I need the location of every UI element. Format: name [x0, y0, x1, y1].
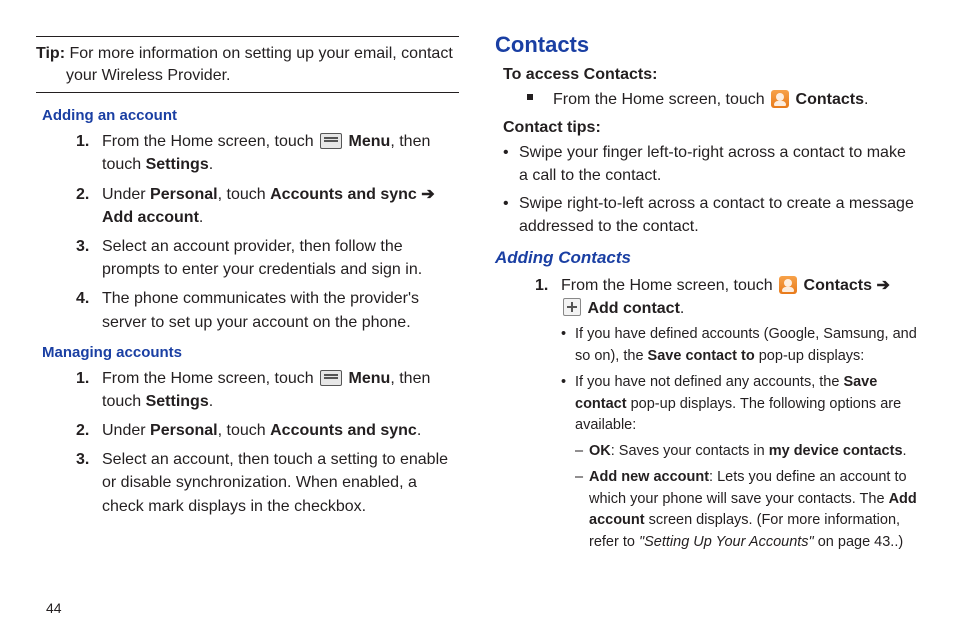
to-access-heading: To access Contacts: [503, 66, 918, 84]
reference-link: "Setting Up Your Accounts" [639, 534, 814, 550]
heading-adding-contacts: Adding Contacts [495, 248, 918, 268]
text: Under [102, 186, 150, 203]
add-new-account-label: Add new account [589, 469, 709, 485]
text: . [903, 443, 907, 459]
page-number: 44 [46, 600, 62, 616]
left-column: Tip: For more information on setting up … [36, 24, 459, 636]
add-account-label: Add account [102, 209, 199, 226]
dash-list: OK: Saves your contacts in my device con… [575, 441, 918, 554]
menu-icon [320, 370, 342, 386]
contacts-icon [771, 90, 789, 108]
menu-icon [320, 133, 342, 149]
text: . [417, 422, 421, 439]
menu-label: Menu [349, 370, 391, 387]
tip-line2: your Wireless Provider. [36, 65, 459, 87]
ok-label: OK [589, 443, 611, 459]
text: pop-up displays: [755, 348, 865, 364]
text: The phone communicates with the provider… [102, 290, 419, 330]
page: Tip: For more information on setting up … [0, 0, 954, 636]
contacts-label: Contacts [804, 277, 877, 294]
step-1: 1. From the Home screen, touch Contacts … [535, 274, 918, 554]
tip-line1: For more information on setting up your … [65, 45, 453, 62]
list-item: If you have defined accounts (Google, Sa… [561, 324, 918, 368]
tip-box: Tip: For more information on setting up … [36, 36, 459, 93]
text: Under [102, 422, 150, 439]
text: Swipe your finger left-to-right across a… [519, 144, 906, 184]
adding-account-steps: 1. From the Home screen, touch Menu, the… [76, 130, 459, 334]
my-device-contacts-label: my device contacts [769, 443, 903, 459]
add-contact-label: Add contact [587, 300, 679, 317]
text: . [199, 209, 203, 226]
step-2: 2. Under Personal, touch Accounts and sy… [76, 183, 459, 229]
access-list: From the Home screen, touch Contacts. [525, 88, 918, 111]
step-4: 4. The phone communicates with the provi… [76, 287, 459, 333]
save-contact-to-label: Save contact to [648, 348, 755, 364]
text: on page 43..) [814, 534, 904, 550]
list-item: If you have not defined any accounts, th… [561, 372, 918, 554]
accounts-sync-label: Accounts and sync [270, 186, 417, 203]
list-item: OK: Saves your contacts in my device con… [575, 441, 918, 463]
step-2: 2. Under Personal, touch Accounts and sy… [76, 419, 459, 442]
text: Select an account, then touch a setting … [102, 451, 448, 514]
contacts-label: Contacts [796, 91, 864, 108]
managing-accounts-steps: 1. From the Home screen, touch Menu, the… [76, 367, 459, 518]
list-item: Swipe right-to-left across a contact to … [503, 192, 918, 238]
text: From the Home screen, touch [102, 133, 318, 150]
tip-label: Tip: [36, 45, 65, 62]
text: : Saves your contacts in [611, 443, 769, 459]
contact-tips-heading: Contact tips: [503, 119, 918, 137]
text: From the Home screen, touch [561, 277, 777, 294]
text: If you have not defined any accounts, th… [575, 374, 843, 390]
text: From the Home screen, touch [553, 91, 769, 108]
right-column: Contacts To access Contacts: From the Ho… [495, 24, 918, 636]
text: Select an account provider, then follow … [102, 238, 422, 278]
accounts-sync-label: Accounts and sync [270, 422, 417, 439]
text: From the Home screen, touch [102, 370, 318, 387]
text: . [864, 91, 868, 108]
step-3: 3. Select an account provider, then foll… [76, 235, 459, 281]
settings-label: Settings [146, 156, 209, 173]
step-1: 1. From the Home screen, touch Menu, the… [76, 367, 459, 413]
text: Swipe right-to-left across a contact to … [519, 195, 914, 235]
adding-contacts-steps: 1. From the Home screen, touch Contacts … [535, 274, 918, 554]
personal-label: Personal [150, 186, 218, 203]
heading-adding-account: Adding an account [42, 107, 459, 124]
arrow-icon: ➔ [417, 186, 435, 203]
list-item: Swipe your finger left-to-right across a… [503, 141, 918, 187]
text: . [209, 393, 213, 410]
text: . [680, 300, 684, 317]
list-item: From the Home screen, touch Contacts. [525, 88, 918, 111]
text: , touch [218, 422, 270, 439]
text: . [209, 156, 213, 173]
personal-label: Personal [150, 422, 218, 439]
text: , touch [218, 186, 270, 203]
settings-label: Settings [146, 393, 209, 410]
step-1: 1. From the Home screen, touch Menu, the… [76, 130, 459, 176]
arrow-icon: ➔ [876, 277, 889, 294]
sub-bullets: If you have defined accounts (Google, Sa… [561, 324, 918, 554]
heading-contacts: Contacts [495, 32, 918, 58]
menu-label: Menu [349, 133, 391, 150]
contacts-icon [779, 276, 797, 294]
heading-managing-accounts: Managing accounts [42, 344, 459, 361]
plus-icon [563, 298, 581, 316]
list-item: Add new account: Lets you define an acco… [575, 467, 918, 554]
step-3: 3. Select an account, then touch a setti… [76, 448, 459, 518]
contact-tips-list: Swipe your finger left-to-right across a… [503, 141, 918, 238]
